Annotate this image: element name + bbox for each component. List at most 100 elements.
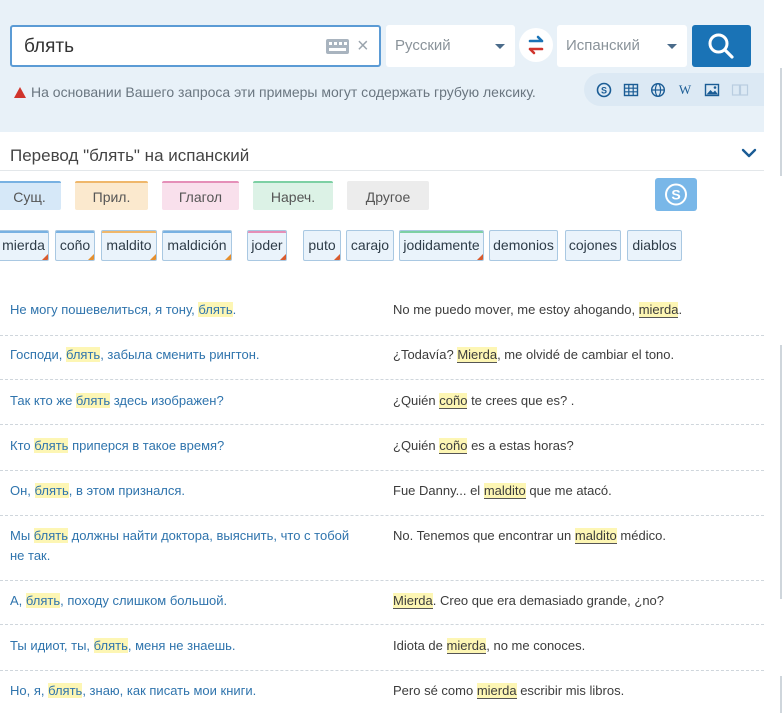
source-language-select[interactable]: Русский [386,25,515,67]
example-row: Господи, блять, забыла сменить рингтон. ¿… [0,345,764,380]
highlighted-term: блять [48,683,83,698]
translation-header: Перевод "блять" на испанский [0,140,764,171]
highlighted-term: блять [75,393,111,408]
translation-chip[interactable]: demonios [489,230,558,261]
pos-filter-other[interactable]: Другое [347,181,429,210]
example-translation[interactable]: Idiota de mierda, no me conoces. [393,636,763,656]
example-text: , знаю, как писать мои книги. [82,683,257,698]
example-translation[interactable]: ¿Quién coño te crees que es? . [393,391,763,411]
example-text: Но, я, [10,683,49,698]
search-input[interactable]: блять × [10,25,381,67]
example-source[interactable]: А, блять, походу слишком большой. [10,591,360,611]
globe-icon[interactable] [650,82,666,98]
highlighted-term: блять [93,638,128,653]
example-text: Он, [10,483,35,498]
translation-chip[interactable]: joder [247,230,287,261]
highlighted-term: блять [65,347,101,362]
example-text: Господи, [10,347,66,362]
example-text: No. Tenemos que encontrar un [393,528,575,543]
example-text: Idiota de [393,638,447,653]
table-icon[interactable] [623,82,639,98]
scrollbar-edge [780,345,782,599]
translation-chip[interactable]: coño [55,230,95,261]
dictionary-tools: S W [584,73,764,106]
example-source[interactable]: Кто блять приперся в такое время? [10,436,360,456]
translation-chip[interactable]: maldito [101,230,157,261]
skype-icon[interactable]: S [596,82,612,98]
chevron-down-icon [495,44,505,49]
example-translation[interactable]: ¿Quién coño es a estas horas? [393,436,763,456]
translation-chip[interactable]: diablos [627,230,682,261]
scrollbar-edge [780,676,782,713]
example-text: , походу слишком большой. [60,593,228,608]
example-translation[interactable]: Mierda. Creo que era demasiado grande, ¿… [393,591,763,611]
highlighted-term: Mierda [457,347,498,363]
search-button[interactable] [692,25,751,67]
warning-text: На основании Вашего запроса эти примеры … [31,84,536,100]
highlighted-term: блять [198,302,233,317]
swap-languages-button[interactable] [519,28,553,62]
highlighted-term: блять [34,438,69,453]
search-panel: блять × Русский Испанский На основании В… [0,0,764,132]
example-source[interactable]: Не могу пошевелиться, я тону, блять. [10,300,360,320]
example-text: es a estas horas? [467,438,574,453]
highlighted-term: coño [439,438,468,454]
skype-icon: S [665,183,687,206]
translation-chip[interactable]: jodidamente [399,230,484,261]
example-text: А, [10,593,26,608]
example-text: , в этом признался. [68,483,186,498]
example-row: А, блять, походу слишком большой. Mierda.… [0,591,764,625]
chevron-down-icon[interactable] [740,144,758,162]
profanity-warning: На основании Вашего запроса эти примеры … [14,83,574,101]
pos-filter-adjective[interactable]: Прил. [75,181,148,210]
example-translation[interactable]: Pero sé como mierda escribir mis libros. [393,681,763,701]
example-source[interactable]: Так кто же блять здесь изображен? [10,391,360,411]
highlighted-term: блять [33,528,69,543]
example-source[interactable]: Он, блять, в этом признался. [10,481,360,501]
book-icon[interactable] [731,82,749,98]
example-translation[interactable]: ¿Todavía? Mierda, me olvidé de cambiar e… [393,345,763,365]
swap-icon [528,35,544,55]
target-language-select[interactable]: Испанский [557,25,687,67]
wikipedia-icon[interactable]: W [677,82,693,98]
highlighted-term: блять [25,593,61,608]
highlighted-term: maldito [574,528,617,544]
pos-filter-adverb[interactable]: Нареч. [253,181,333,210]
page-title: Перевод "блять" на испанский [10,146,250,165]
example-row: Мы блять должны найти доктора, выяснить,… [0,526,764,581]
example-text: Pero sé como [393,683,477,698]
example-text: escribir mis libros. [516,683,625,698]
target-language-label: Испанский [566,37,640,54]
pos-filter-verb[interactable]: Глагол [162,181,239,210]
image-icon[interactable] [704,82,720,98]
example-text: ¿Todavía? [393,347,458,362]
example-text: , меня не знаешь. [127,638,236,653]
keyboard-icon[interactable] [326,39,349,54]
example-text: ¿Quién [393,393,440,408]
source-language-label: Русский [395,37,451,54]
example-text: здесь изображен? [110,393,224,408]
translation-chip[interactable]: cojones [565,230,621,261]
highlighted-term: mierda [476,683,517,699]
example-source[interactable]: Ты идиот, ты, блять, меня не знаешь. [10,636,360,656]
highlighted-term: maldito [483,483,526,499]
example-text: . Creo que era demasiado grande, ¿no? [432,593,665,608]
example-translation[interactable]: No. Tenemos que encontrar un maldito méd… [393,526,763,546]
example-row: Кто блять приперся в такое время? ¿Quién … [0,436,764,471]
example-source[interactable]: Но, я, блять, знаю, как писать мои книги… [10,681,360,701]
translation-chip[interactable]: maldición [162,230,232,261]
example-source[interactable]: Господи, блять, забыла сменить рингтон. [10,345,360,365]
search-icon [708,33,734,59]
clear-icon[interactable]: × [357,34,369,58]
highlighted-term: mierda [446,638,487,654]
example-source[interactable]: Мы блять должны найти доктора, выяснить,… [10,526,360,566]
search-query[interactable]: блять [24,36,74,58]
example-translation[interactable]: No me puedo mover, me estoy ahogando, mi… [393,300,763,320]
translation-chip[interactable]: carajo [346,230,394,261]
skype-button[interactable]: S [655,178,697,211]
example-translation[interactable]: Fue Danny... el maldito que me atacó. [393,481,763,501]
translation-chip[interactable]: mierda [0,230,49,261]
translation-chip[interactable]: puto [303,230,341,261]
pos-filter-noun[interactable]: Сущ. [0,181,61,210]
example-text: Так кто же [10,393,76,408]
